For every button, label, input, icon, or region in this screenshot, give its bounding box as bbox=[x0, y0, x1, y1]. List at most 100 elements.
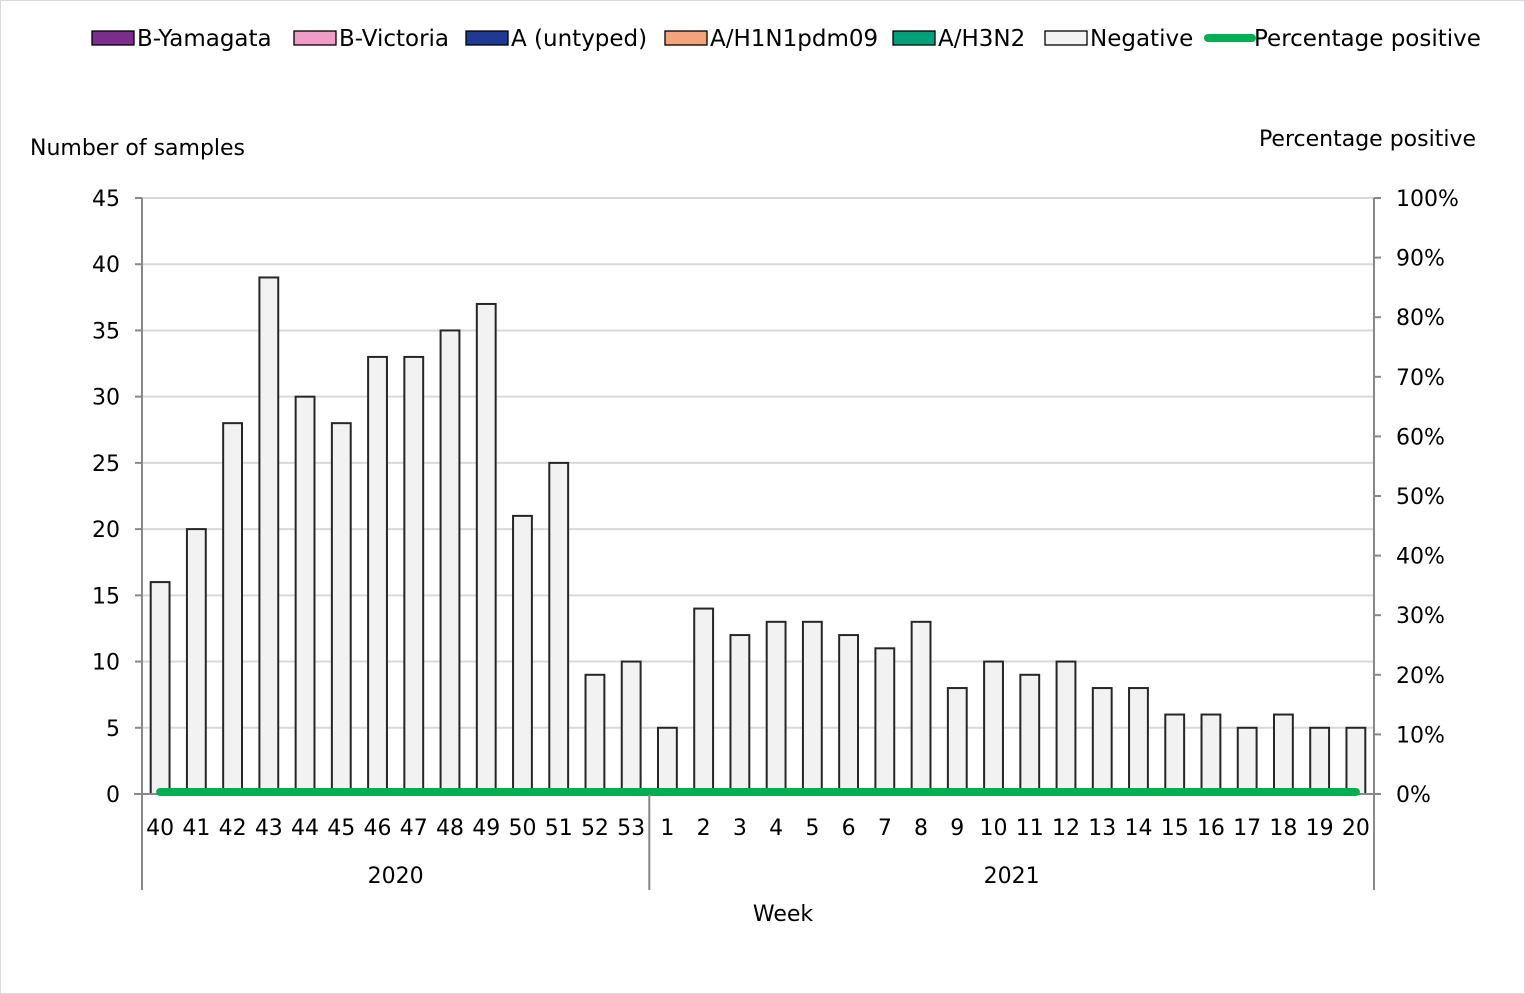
y-tick-label: 30 bbox=[92, 386, 120, 411]
bar-negative bbox=[258, 276, 280, 795]
x-tick-label: 40 bbox=[146, 816, 174, 841]
bar-negative bbox=[584, 673, 606, 795]
gridlines bbox=[142, 197, 1374, 729]
x-tick-label: 18 bbox=[1269, 816, 1297, 841]
legend-label: B-Victoria bbox=[339, 26, 449, 52]
bar-negative bbox=[149, 581, 171, 795]
y-ticks: 0 5 10 15 20 25 30 35 40 45 bbox=[92, 187, 142, 808]
bar-negative bbox=[693, 607, 715, 795]
legend-swatch bbox=[91, 30, 135, 46]
x-tick-label: 51 bbox=[545, 816, 573, 841]
bar-negative bbox=[475, 302, 497, 795]
bar-negative bbox=[838, 634, 860, 795]
legend-label: A/H1N1pdm09 bbox=[710, 26, 878, 52]
legend-label: B-Yamagata bbox=[137, 26, 272, 52]
x-tick-label: 17 bbox=[1233, 816, 1261, 841]
x-tick-label: 43 bbox=[255, 816, 283, 841]
y2-tick-label: 20% bbox=[1396, 664, 1445, 689]
bar-negative bbox=[439, 329, 461, 795]
x-tick-label: 45 bbox=[327, 816, 355, 841]
bar-negative bbox=[1272, 713, 1294, 795]
x-tick-label: 46 bbox=[364, 816, 392, 841]
y-tick-label: 25 bbox=[92, 452, 120, 477]
x-tick-label: 9 bbox=[950, 816, 964, 841]
x-tick-label: 12 bbox=[1052, 816, 1080, 841]
bar-negative bbox=[403, 355, 425, 795]
legend-swatch bbox=[664, 30, 708, 46]
group-label: 2020 bbox=[368, 864, 424, 889]
x-tick-label: 19 bbox=[1306, 816, 1334, 841]
y-tick-label: 0 bbox=[106, 783, 120, 808]
bar-negative bbox=[765, 620, 787, 795]
bar-negative bbox=[1091, 687, 1113, 795]
x-tick-label: 13 bbox=[1088, 816, 1116, 841]
bar-negative bbox=[656, 726, 678, 795]
legend: B-Yamagata B-Victoria A (untyped) A/H1N1pdm… bbox=[91, 26, 1481, 52]
bar-negative bbox=[1128, 687, 1149, 795]
x-tick-label: 20 bbox=[1342, 816, 1370, 841]
bar-negative bbox=[1236, 726, 1258, 795]
group-label: 2021 bbox=[984, 864, 1040, 889]
bar-negative bbox=[185, 528, 207, 795]
x-tick-label: 4 bbox=[769, 816, 783, 841]
y-tick-label: 5 bbox=[106, 717, 120, 742]
x-tick-label: 6 bbox=[842, 816, 856, 841]
legend-swatch bbox=[1044, 30, 1088, 46]
x-tick-label: 15 bbox=[1161, 816, 1189, 841]
y-axis-label: Number of samples bbox=[30, 136, 245, 161]
bars bbox=[149, 276, 1367, 795]
bar-negative bbox=[222, 422, 244, 795]
bar-negative bbox=[983, 660, 1004, 795]
bar-negative bbox=[1019, 673, 1041, 795]
y2-tick-label: 60% bbox=[1396, 425, 1445, 450]
x-tick-label: 50 bbox=[508, 816, 536, 841]
y-tick-label: 10 bbox=[92, 651, 120, 676]
legend-swatch bbox=[293, 30, 337, 46]
x-tick-label: 11 bbox=[1016, 816, 1044, 841]
y-tick-label: 45 bbox=[92, 187, 120, 212]
x-tick-label: 8 bbox=[914, 816, 928, 841]
x-axis-label: Week bbox=[753, 902, 814, 927]
y2-axis-label: Percentage positive bbox=[1259, 127, 1476, 152]
y2-tick-label: 80% bbox=[1396, 306, 1445, 331]
legend-swatch bbox=[465, 30, 509, 46]
legend-label: Percentage positive bbox=[1254, 26, 1481, 52]
x-tick-label: 14 bbox=[1124, 816, 1152, 841]
bar-negative bbox=[729, 634, 751, 795]
x-tick-label: 49 bbox=[472, 816, 500, 841]
bar-negative bbox=[548, 461, 570, 795]
bar-negative bbox=[946, 687, 968, 795]
bar-negative bbox=[330, 422, 352, 795]
bar-negative bbox=[801, 620, 823, 795]
y2-tick-label: 0% bbox=[1396, 783, 1431, 808]
y2-tick-label: 30% bbox=[1396, 604, 1445, 629]
x-tick-label: 1 bbox=[660, 816, 674, 841]
bar-negative bbox=[1200, 713, 1222, 795]
x-tick-label: 41 bbox=[182, 816, 210, 841]
x-ticks: 40 41 42 43 44 45 46 47 48 49 50 51 52 53 1 2 3 4 5 6 7 8 9 10 1… bbox=[146, 816, 1370, 841]
chart-svg: B-Yamagata B-Victoria A (untyped) A/H1N1pdm… bbox=[30, 26, 1481, 927]
legend-swatch bbox=[892, 30, 936, 46]
y-tick-label: 15 bbox=[92, 584, 120, 609]
y2-tick-label: 10% bbox=[1396, 723, 1445, 748]
y-tick-label: 35 bbox=[92, 319, 120, 344]
legend-label: A (untyped) bbox=[511, 26, 647, 52]
x-tick-label: 2 bbox=[697, 816, 711, 841]
y2-ticks: 0% 10% 20% 30% 40% 50% 60% 70% 80% 90% 100% bbox=[1374, 187, 1459, 808]
x-tick-label: 16 bbox=[1197, 816, 1225, 841]
bar-negative bbox=[910, 620, 932, 795]
x-tick-label: 10 bbox=[980, 816, 1008, 841]
bar-negative bbox=[367, 355, 388, 795]
y2-tick-label: 90% bbox=[1396, 247, 1445, 272]
x-tick-label: 3 bbox=[733, 816, 747, 841]
y2-tick-label: 50% bbox=[1396, 485, 1445, 510]
y2-tick-label: 70% bbox=[1396, 366, 1445, 391]
x-tick-label: 48 bbox=[436, 816, 464, 841]
x-tick-label: 44 bbox=[291, 816, 319, 841]
legend-label: A/H3N2 bbox=[938, 26, 1025, 52]
x-tick-label: 47 bbox=[400, 816, 428, 841]
x-tick-label: 52 bbox=[581, 816, 609, 841]
y-tick-label: 40 bbox=[92, 253, 120, 278]
x-tick-label: 5 bbox=[805, 816, 819, 841]
x-groups: 2020 2021 bbox=[368, 794, 1040, 890]
